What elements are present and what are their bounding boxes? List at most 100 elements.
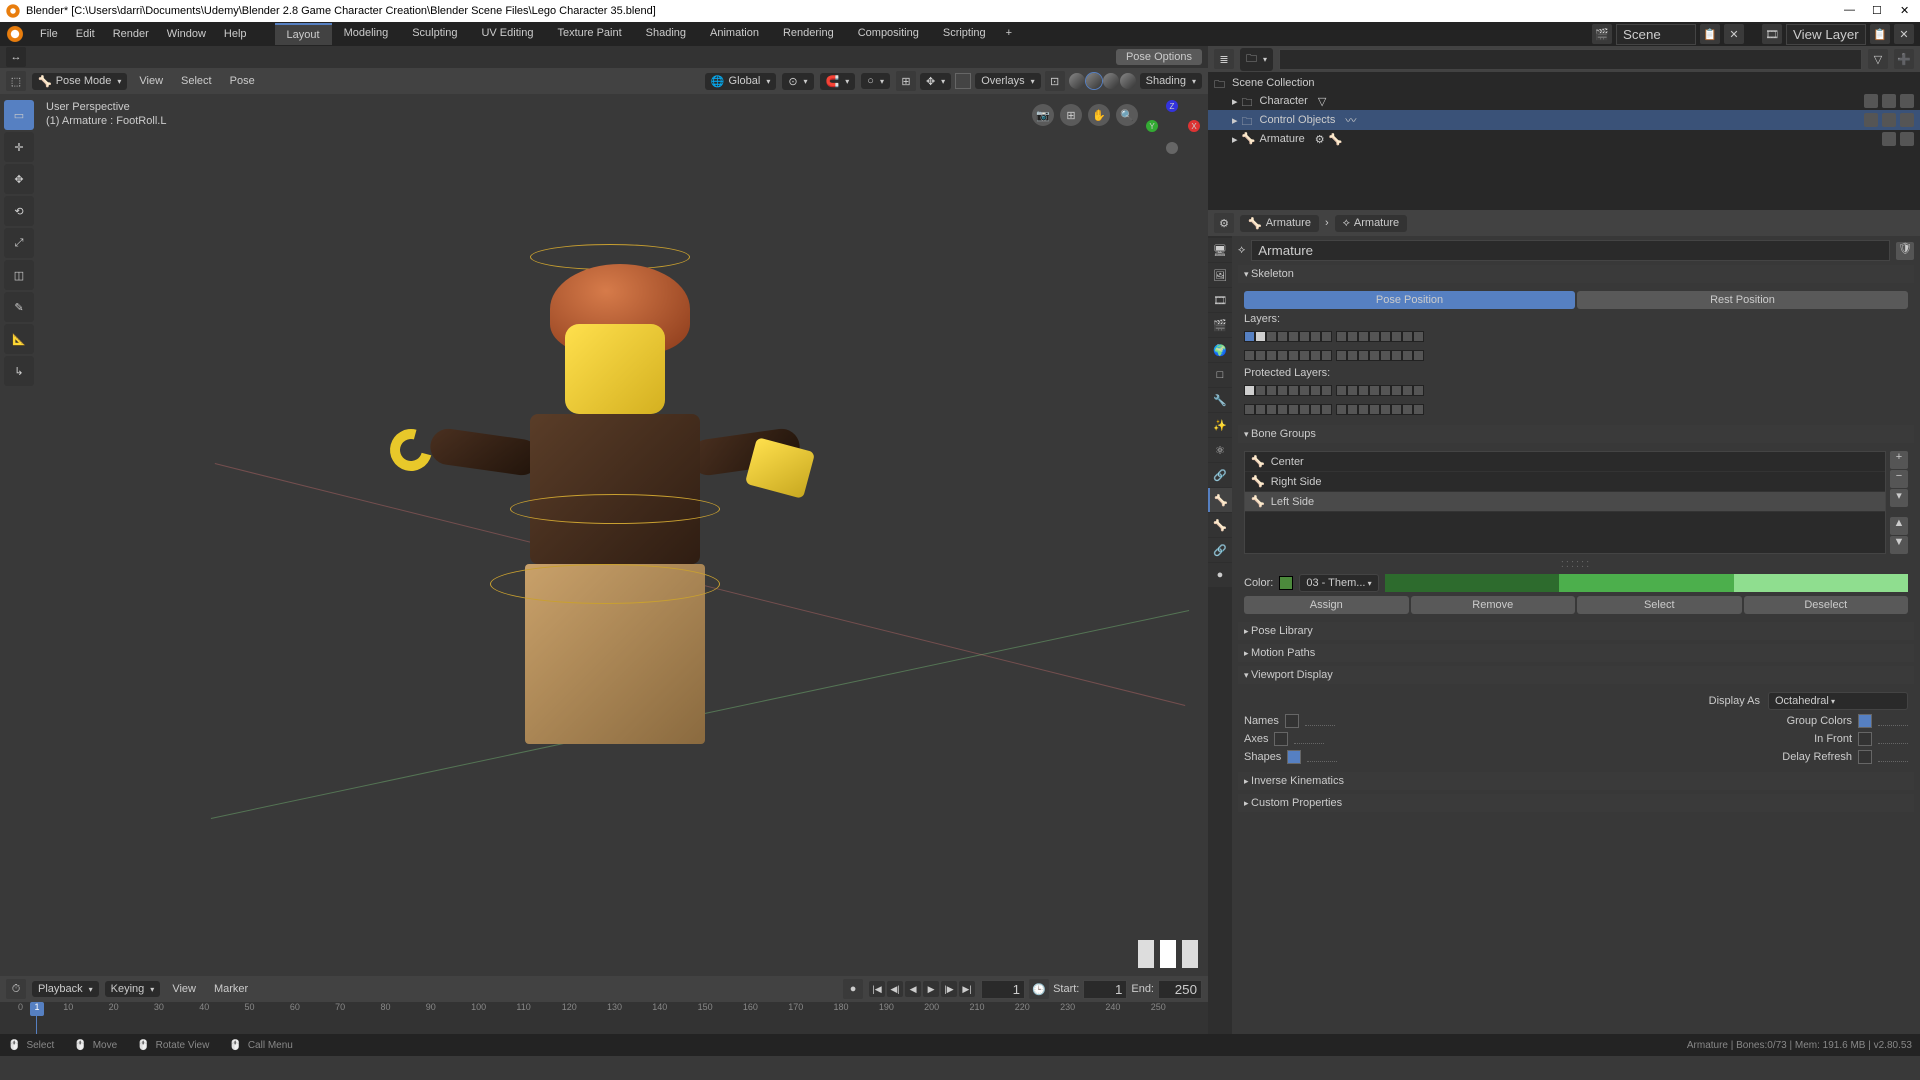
render-toggle[interactable] <box>1900 94 1914 108</box>
panel-custom-properties[interactable]: Custom Properties <box>1238 794 1914 812</box>
frame-lock-icon[interactable]: 🕒 <box>1029 979 1049 999</box>
layer-cell[interactable] <box>1402 404 1413 415</box>
prop-tab-constraints[interactable]: 🔗 <box>1208 463 1232 487</box>
hide-toggle[interactable] <box>1882 132 1896 146</box>
keyframe-next-button[interactable]: |▶ <box>941 981 957 997</box>
nav-prev[interactable] <box>1138 940 1154 968</box>
layer-cell[interactable] <box>1391 385 1402 396</box>
gizmo-dropdown[interactable]: ✥ <box>920 73 951 90</box>
workspace-texture-paint[interactable]: Texture Paint <box>545 23 633 45</box>
list-resize-handle[interactable]: :::::: <box>1244 558 1908 570</box>
axes-checkbox[interactable] <box>1274 732 1288 746</box>
display-as-dropdown[interactable]: Octahedral <box>1768 692 1908 710</box>
maximize-button[interactable]: ☐ <box>1872 4 1886 18</box>
prop-tab-bone-constraint[interactable]: 🔗 <box>1208 538 1232 562</box>
layer-cell[interactable] <box>1413 331 1424 342</box>
layer-cell[interactable] <box>1244 404 1255 415</box>
layer-cell[interactable] <box>1266 331 1277 342</box>
shapes-checkbox[interactable] <box>1287 750 1301 764</box>
layer-cell[interactable] <box>1277 385 1288 396</box>
layer-cell[interactable] <box>1380 385 1391 396</box>
outliner-item-control-objects[interactable]: ▸ 🗀 Control Objects 〰 <box>1208 110 1920 130</box>
layer-cell[interactable] <box>1255 385 1266 396</box>
jump-start-button[interactable]: |◀ <box>869 981 885 997</box>
pose-position-button[interactable]: Pose Position <box>1244 291 1575 309</box>
orbit-gizmo[interactable]: X Y Z <box>1146 100 1200 154</box>
names-checkbox[interactable] <box>1285 714 1299 728</box>
zoom-icon[interactable]: 🔍 <box>1116 104 1138 126</box>
timeline-menu-view[interactable]: View <box>166 981 202 997</box>
layer-cell[interactable] <box>1266 404 1277 415</box>
layer-cell[interactable] <box>1299 331 1310 342</box>
render-toggle[interactable] <box>1900 132 1914 146</box>
outliner-search[interactable] <box>1279 49 1862 70</box>
tool-transform[interactable]: ◫ <box>4 260 34 290</box>
panel-viewport-display[interactable]: Viewport Display <box>1238 666 1914 684</box>
workspace-sculpting[interactable]: Sculpting <box>400 23 469 45</box>
vp-menu-pose[interactable]: Pose <box>224 73 261 89</box>
pan-icon[interactable]: ✋ <box>1088 104 1110 126</box>
viewlayer-icon[interactable]: 🎞 <box>1762 24 1782 44</box>
play-button[interactable]: ▶ <box>923 981 939 997</box>
playhead[interactable]: 1 <box>30 1002 44 1016</box>
scene-name-input[interactable] <box>1616 24 1696 45</box>
perspective-toggle-icon[interactable]: ⊞ <box>1060 104 1082 126</box>
bone-group-right-side[interactable]: 🦴Right Side <box>1245 472 1885 492</box>
layer-cell[interactable] <box>1299 404 1310 415</box>
panel-inverse-kinematics[interactable]: Inverse Kinematics <box>1238 772 1914 790</box>
layer-cell[interactable] <box>1277 404 1288 415</box>
outliner-scene-collection[interactable]: 🗀 Scene Collection <box>1208 74 1920 92</box>
layer-cell[interactable] <box>1380 404 1391 415</box>
layer-cell[interactable] <box>1347 350 1358 361</box>
layer-cell[interactable] <box>1277 350 1288 361</box>
layer-cell[interactable] <box>1310 404 1321 415</box>
layer-cell[interactable] <box>1266 385 1277 396</box>
pivot-dropdown[interactable]: ⊙ <box>782 73 813 90</box>
add-workspace-button[interactable]: + <box>998 23 1020 45</box>
select-button[interactable]: Select <box>1577 596 1742 614</box>
hide-toggle[interactable] <box>1882 94 1896 108</box>
menu-edit[interactable]: Edit <box>68 25 103 43</box>
editor-type-properties-icon[interactable]: ⚙ <box>1214 213 1234 233</box>
layer-cell[interactable] <box>1244 331 1255 342</box>
panel-bone-groups[interactable]: Bone Groups <box>1238 425 1914 443</box>
workspace-rendering[interactable]: Rendering <box>771 23 846 45</box>
layer-cell[interactable] <box>1288 385 1299 396</box>
bone-group-left-side[interactable]: 🦴Left Side <box>1245 492 1885 512</box>
menu-file[interactable]: File <box>32 25 66 43</box>
layer-cell[interactable] <box>1380 331 1391 342</box>
orientation-dropdown[interactable]: 🌐 Global <box>705 73 777 90</box>
viewlayer-delete-button[interactable]: ✕ <box>1894 24 1914 44</box>
color-strip[interactable] <box>1385 574 1908 592</box>
move-down-button[interactable]: ▼ <box>1890 536 1908 554</box>
in-front-checkbox[interactable] <box>1858 732 1872 746</box>
shading-lookdev[interactable] <box>1103 73 1119 89</box>
layer-cell[interactable] <box>1336 385 1347 396</box>
panel-pose-library[interactable]: Pose Library <box>1238 622 1914 640</box>
layer-cell[interactable] <box>1255 350 1266 361</box>
layer-cell[interactable] <box>1244 385 1255 396</box>
layer-cell[interactable] <box>1413 385 1424 396</box>
layer-cell[interactable] <box>1336 404 1347 415</box>
render-toggle[interactable] <box>1900 113 1914 127</box>
deselect-button[interactable]: Deselect <box>1744 596 1909 614</box>
prop-tab-viewlayer[interactable]: 🎞 <box>1208 288 1232 312</box>
menu-help[interactable]: Help <box>216 25 255 43</box>
layer-cell[interactable] <box>1277 331 1288 342</box>
layer-cell[interactable] <box>1336 350 1347 361</box>
xray-toggle[interactable]: ⊡ <box>1045 71 1065 91</box>
layer-cell[interactable] <box>1321 385 1332 396</box>
panel-skeleton[interactable]: Skeleton <box>1238 265 1914 283</box>
layer-cell[interactable] <box>1358 385 1369 396</box>
layer-cell[interactable] <box>1255 404 1266 415</box>
layer-cell[interactable] <box>1310 350 1321 361</box>
bone-group-specials-button[interactable]: ▾ <box>1890 489 1908 507</box>
menu-render[interactable]: Render <box>105 25 157 43</box>
remove-bone-group-button[interactable]: − <box>1890 470 1908 488</box>
layer-cell[interactable] <box>1391 331 1402 342</box>
timeline-track[interactable]: 1 01020304050607080901001101201301401501… <box>0 1002 1208 1034</box>
move-up-button[interactable]: ▲ <box>1890 517 1908 535</box>
layer-cell[interactable] <box>1369 404 1380 415</box>
layer-cell[interactable] <box>1369 350 1380 361</box>
playback-dropdown[interactable]: Playback <box>32 981 99 997</box>
